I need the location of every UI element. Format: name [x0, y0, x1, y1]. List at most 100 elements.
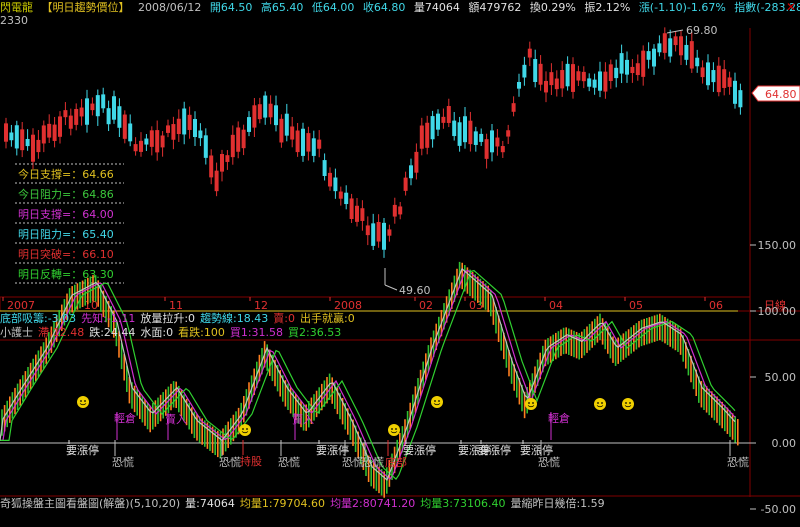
smiley-icon — [525, 398, 537, 410]
candlestick — [117, 106, 122, 128]
oscillator-value: 買2:36.53 — [288, 326, 342, 339]
smiley-eye — [395, 428, 397, 430]
candlestick — [47, 123, 52, 138]
candlestick — [684, 44, 689, 60]
candlestick — [500, 146, 505, 153]
candlestick — [473, 131, 478, 145]
candlestick — [360, 208, 365, 221]
y-tick-label: 50.00 — [765, 371, 797, 384]
candlestick — [58, 116, 62, 137]
candlestick — [290, 126, 295, 140]
candlestick — [641, 50, 646, 77]
smiley-icon — [594, 398, 606, 410]
candlestick — [544, 80, 548, 93]
candlestick — [220, 153, 224, 172]
close-icon[interactable]: ✕ — [785, 1, 797, 13]
signal-label: 要漲停 — [403, 443, 436, 457]
high-price: 高65.40 — [260, 1, 304, 14]
candlestick — [4, 123, 8, 142]
signal-label: 恐慌 — [342, 456, 364, 469]
month-label: 2008 — [334, 299, 362, 312]
signal-label: 要漲停 — [478, 443, 511, 457]
chart-window: 2007 10 11 12 2008 02 03 04 05 06 日線 69.80 49.60 64.8… — [0, 0, 800, 527]
candlestick — [565, 63, 570, 87]
candlestick — [355, 205, 359, 222]
candlestick — [241, 129, 246, 149]
smiley-eye — [532, 402, 534, 404]
signal-label: 恐慌 — [727, 456, 749, 469]
candlestick — [619, 53, 624, 74]
smiley-icon — [431, 396, 443, 408]
signal-label: 底部 — [385, 455, 407, 469]
signal-label: 恐慌 — [112, 456, 134, 469]
oscillator-value: 看跌:100 — [178, 326, 225, 339]
candlestick — [225, 155, 230, 162]
current-price: 64.80 — [765, 88, 797, 101]
candlestick — [268, 103, 273, 118]
level-label: 明日突破=：66.10 — [18, 247, 114, 261]
candlestick — [457, 122, 462, 146]
candlestick — [182, 108, 187, 135]
close-price: 收64.80 — [362, 1, 406, 14]
candlestick — [522, 64, 527, 78]
candlestick — [722, 69, 727, 88]
candlestick — [409, 165, 413, 179]
low-label: 49.60 — [399, 284, 431, 297]
candlestick — [652, 48, 656, 67]
chart-canvas: 2007 10 11 12 2008 02 03 04 05 06 日線69.8049.6064.8… — [0, 24, 800, 516]
candlestick — [554, 78, 559, 90]
smiley-icon — [388, 424, 400, 436]
candlestick — [155, 130, 160, 153]
candlestick — [122, 114, 127, 139]
candlestick — [101, 94, 106, 109]
month-label: 02 — [419, 299, 433, 312]
candlestick — [662, 33, 667, 53]
candlestick — [576, 71, 581, 81]
candlestick — [90, 103, 95, 111]
candlestick — [133, 144, 138, 152]
candlestick — [441, 116, 446, 123]
amplitude: 振2.12% — [584, 1, 631, 14]
candlestick — [20, 129, 25, 151]
volume-value: 量縮昨日幾倍:1.59 — [510, 497, 605, 510]
stock-code-bar: 2330 — [0, 14, 33, 28]
candlestick — [625, 59, 629, 75]
candlestick — [468, 120, 473, 145]
candlestick — [322, 160, 327, 176]
candlestick — [484, 139, 489, 159]
signal-label: 賣入 — [165, 412, 187, 426]
signal-label: 持股 — [240, 454, 262, 468]
volume-bar: 奇狐操盤主圖看盤圖(解盤)(5,10,20) 量:74064 均量1:79704.6… — [0, 497, 610, 511]
candlestick — [333, 177, 338, 192]
candlestick — [430, 116, 435, 140]
candlestick — [106, 108, 111, 125]
month-label: 12 — [254, 299, 268, 312]
candlestick — [144, 138, 149, 145]
signal-label: 恐慌 — [538, 456, 560, 469]
volume-value: 量:74064 — [185, 497, 235, 510]
candlestick — [193, 119, 197, 138]
signal-label: 恐慌 — [278, 456, 300, 469]
low-price: 低64.00 — [311, 1, 355, 14]
high-label: 69.80 — [686, 24, 718, 37]
candlestick — [230, 134, 235, 158]
candlestick — [160, 135, 165, 148]
candlestick — [252, 105, 257, 128]
candlestick — [95, 95, 100, 117]
candlestick — [371, 223, 376, 246]
quote-date: 2008/06/12 — [138, 1, 202, 14]
candlestick — [706, 62, 710, 86]
month-label: 11 — [169, 299, 183, 312]
smiley-icon — [622, 398, 634, 410]
signal-label: 要漲停 — [520, 443, 553, 457]
oscillator-header: 底部吸籌:-3.03 先知:-1.11 放量拉升:0 趨勢線:18.43 賣:0 出手就贏… — [0, 312, 360, 326]
candlestick — [295, 130, 300, 153]
candlestick — [36, 139, 41, 153]
volume-value: 奇狐操盤主圖看盤圖(解盤)(5,10,20) — [0, 497, 181, 510]
candlestick — [695, 57, 700, 67]
smiley-eye — [528, 402, 530, 404]
candlestick — [198, 130, 203, 139]
oscillator-header-value: 出手就贏:0 — [299, 312, 355, 325]
candlestick — [446, 106, 451, 123]
candlestick — [538, 63, 543, 85]
